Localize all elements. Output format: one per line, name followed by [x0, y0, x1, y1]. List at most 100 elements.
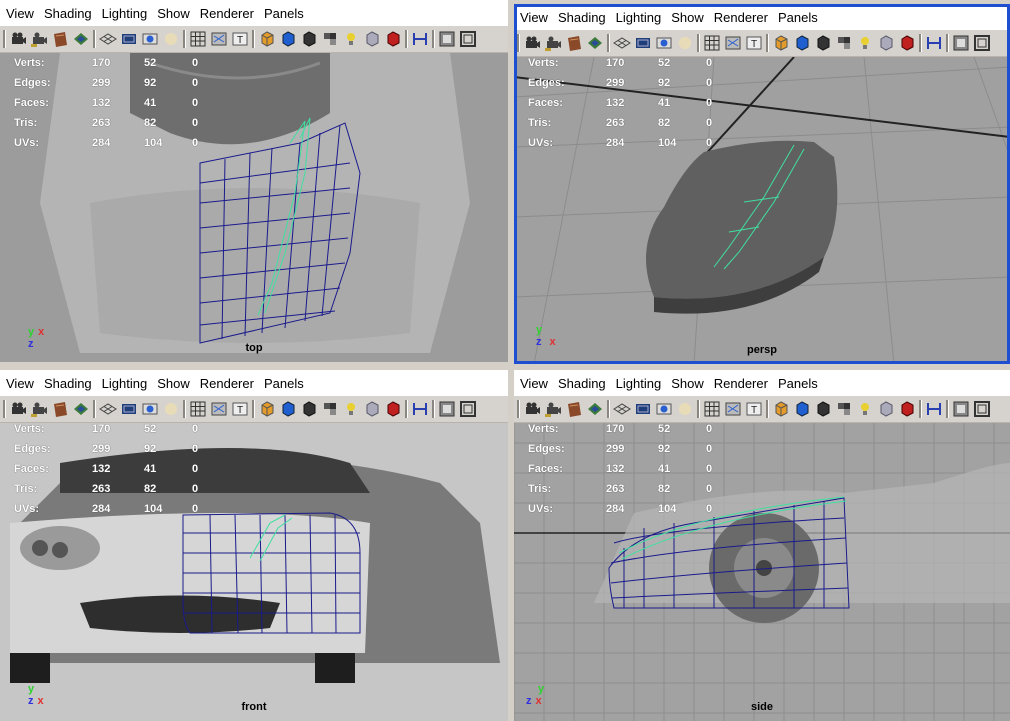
camera-icon[interactable] [9, 400, 27, 418]
menu-renderer[interactable]: Renderer [709, 376, 773, 391]
wireframe-icon[interactable] [703, 400, 721, 418]
film-gate-icon[interactable] [634, 400, 652, 418]
textured-icon[interactable]: T [231, 30, 249, 48]
menu-shading[interactable]: Shading [553, 376, 611, 391]
safe-action-icon[interactable] [676, 400, 694, 418]
camera-attr-icon[interactable] [30, 30, 48, 48]
camera-attr-icon[interactable] [30, 400, 48, 418]
resolution-gate-icon[interactable] [141, 30, 159, 48]
viewport-side[interactable]: View Shading Lighting Show Renderer Pane… [514, 370, 1010, 721]
wireframe-icon[interactable] [189, 400, 207, 418]
shadows-icon[interactable] [279, 30, 297, 48]
isolate-icon[interactable] [814, 400, 832, 418]
resolution-gate-icon[interactable] [141, 400, 159, 418]
film-gate-icon[interactable] [120, 400, 138, 418]
textured-icon[interactable]: T [231, 400, 249, 418]
safe-action-icon[interactable] [162, 30, 180, 48]
panel-frame-icon[interactable] [459, 400, 477, 418]
camera-attr-icon[interactable] [544, 400, 562, 418]
menu-show[interactable]: Show [152, 376, 195, 391]
panel-frame-icon[interactable] [459, 30, 477, 48]
bookmark-icon[interactable] [565, 34, 583, 52]
resolution-gate-icon[interactable] [655, 34, 673, 52]
camera-icon[interactable] [523, 400, 541, 418]
viewport-persp[interactable]: View Shading Lighting Show Renderer Pane… [514, 4, 1010, 364]
grid-icon[interactable] [99, 30, 117, 48]
menu-renderer[interactable]: Renderer [195, 376, 259, 391]
wireframe-icon[interactable] [189, 30, 207, 48]
menu-panels[interactable]: Panels [259, 376, 309, 391]
viewport-canvas-front[interactable]: Verts: 170 52 0 Edges: 299 92 0 Faces: 132 41 0 Tris… [0, 423, 508, 721]
panel-frame-icon[interactable] [973, 400, 991, 418]
cube-grey-icon[interactable] [877, 34, 895, 52]
menu-panels[interactable]: Panels [773, 376, 823, 391]
viewport-canvas-top[interactable]: Verts: 170 52 0 Edges: 299 92 0 Faces: 132 41 0 Tris… [0, 53, 508, 362]
frame-all-icon[interactable] [321, 400, 339, 418]
panel-grid-icon[interactable] [952, 400, 970, 418]
menu-renderer[interactable]: Renderer [195, 6, 259, 21]
bookmark-icon[interactable] [51, 30, 69, 48]
resolution-gate-icon[interactable] [655, 400, 673, 418]
viewport-canvas-persp[interactable]: Verts: 170 52 0 Edges: 299 92 0 Faces: 132 41 0 Tris… [514, 57, 1010, 364]
panel-grid-icon[interactable] [952, 34, 970, 52]
menu-lighting[interactable]: Lighting [611, 10, 667, 25]
camera-attr-icon[interactable] [544, 34, 562, 52]
bookmark-icon[interactable] [565, 400, 583, 418]
lights-icon[interactable] [772, 34, 790, 52]
menu-shading[interactable]: Shading [39, 6, 97, 21]
bracket-icon[interactable] [411, 400, 429, 418]
menu-panels[interactable]: Panels [773, 10, 823, 25]
cube-grey-icon[interactable] [363, 30, 381, 48]
image-plane-icon[interactable] [72, 400, 90, 418]
smooth-shade-icon[interactable] [724, 34, 742, 52]
menu-view[interactable]: View [0, 376, 39, 391]
menu-view[interactable]: View [514, 10, 553, 25]
frame-selected-icon[interactable] [856, 34, 874, 52]
camera-icon[interactable] [523, 34, 541, 52]
isolate-icon[interactable] [300, 30, 318, 48]
bracket-icon[interactable] [411, 30, 429, 48]
menu-shading[interactable]: Shading [553, 10, 611, 25]
cube-red-icon[interactable] [898, 34, 916, 52]
menu-show[interactable]: Show [666, 10, 709, 25]
menu-lighting[interactable]: Lighting [97, 6, 153, 21]
shadows-icon[interactable] [279, 400, 297, 418]
film-gate-icon[interactable] [120, 30, 138, 48]
menu-show[interactable]: Show [666, 376, 709, 391]
menu-shading[interactable]: Shading [39, 376, 97, 391]
menu-renderer[interactable]: Renderer [709, 10, 773, 25]
film-gate-icon[interactable] [634, 34, 652, 52]
bracket-icon[interactable] [925, 34, 943, 52]
viewport-front[interactable]: View Shading Lighting Show Renderer Pane… [0, 370, 508, 721]
menu-panels[interactable]: Panels [259, 6, 309, 21]
safe-action-icon[interactable] [676, 34, 694, 52]
cube-grey-icon[interactable] [363, 400, 381, 418]
cube-grey-icon[interactable] [877, 400, 895, 418]
menu-show[interactable]: Show [152, 6, 195, 21]
menu-lighting[interactable]: Lighting [611, 376, 667, 391]
grid-icon[interactable] [613, 34, 631, 52]
isolate-icon[interactable] [814, 34, 832, 52]
lights-icon[interactable] [258, 400, 276, 418]
smooth-shade-icon[interactable] [724, 400, 742, 418]
image-plane-icon[interactable] [72, 30, 90, 48]
viewport-canvas-side[interactable]: Verts: 170 52 0 Edges: 299 92 0 Faces: 132 41 0 Tris… [514, 423, 1010, 721]
smooth-shade-icon[interactable] [210, 400, 228, 418]
cube-red-icon[interactable] [384, 30, 402, 48]
frame-selected-icon[interactable] [342, 400, 360, 418]
camera-icon[interactable] [9, 30, 27, 48]
smooth-shade-icon[interactable] [210, 30, 228, 48]
panel-grid-icon[interactable] [438, 400, 456, 418]
wireframe-icon[interactable] [703, 34, 721, 52]
shadows-icon[interactable] [793, 34, 811, 52]
lights-icon[interactable] [772, 400, 790, 418]
image-plane-icon[interactable] [586, 34, 604, 52]
frame-selected-icon[interactable] [856, 400, 874, 418]
safe-action-icon[interactable] [162, 400, 180, 418]
cube-red-icon[interactable] [898, 400, 916, 418]
viewport-top[interactable]: View Shading Lighting Show Renderer Pane… [0, 0, 508, 362]
image-plane-icon[interactable] [586, 400, 604, 418]
grid-icon[interactable] [613, 400, 631, 418]
frame-selected-icon[interactable] [342, 30, 360, 48]
grid-icon[interactable] [99, 400, 117, 418]
